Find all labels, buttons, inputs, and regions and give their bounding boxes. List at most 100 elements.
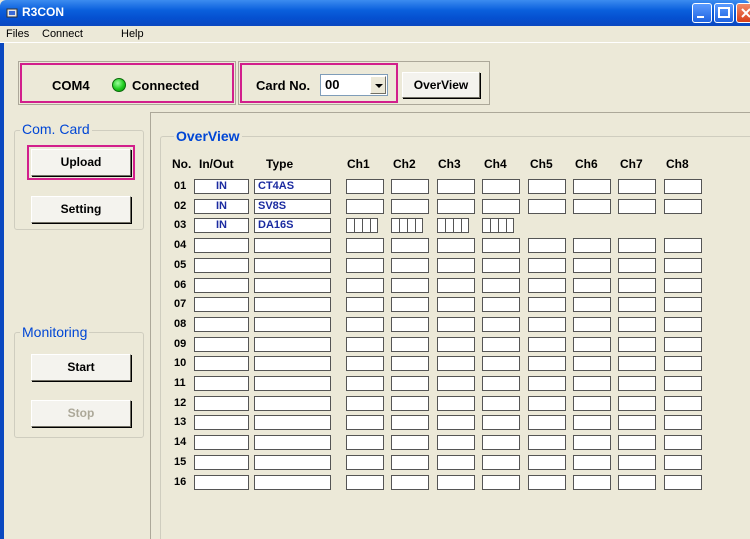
channel-field-ch4[interactable] (482, 199, 520, 214)
channel-field-ch5[interactable] (528, 199, 566, 214)
channel-field-ch2[interactable] (391, 475, 429, 490)
channel-field-ch7[interactable] (618, 415, 656, 430)
channel-field-ch8[interactable] (664, 337, 702, 352)
channel-field-ch5[interactable] (528, 317, 566, 332)
inout-field[interactable] (194, 376, 249, 391)
channel-field-ch8[interactable] (664, 258, 702, 273)
channel-field-ch5[interactable] (528, 475, 566, 490)
inout-field[interactable]: IN (194, 218, 249, 233)
channel-field-ch7[interactable] (618, 278, 656, 293)
channel-field-ch5[interactable] (528, 415, 566, 430)
type-field[interactable] (254, 317, 331, 332)
channel-field-ch6[interactable] (573, 475, 611, 490)
channel-field-ch7[interactable] (618, 337, 656, 352)
channel-field-ch1[interactable] (346, 179, 384, 194)
channel-field-ch4[interactable] (482, 297, 520, 312)
type-field[interactable] (254, 337, 331, 352)
channel-field-ch7[interactable] (618, 297, 656, 312)
channel-field-ch1[interactable] (346, 475, 384, 490)
channel-field-ch7[interactable] (618, 199, 656, 214)
channel-field-ch1[interactable] (346, 258, 384, 273)
minimize-button[interactable] (692, 3, 712, 23)
channel-field-ch3[interactable] (437, 179, 475, 194)
channel-field-ch4[interactable] (482, 278, 520, 293)
inout-field[interactable]: IN (194, 199, 249, 214)
channel-field-ch8[interactable] (664, 435, 702, 450)
channel-field-ch5[interactable] (528, 435, 566, 450)
channel-field-ch4[interactable] (482, 475, 520, 490)
channel-field-ch6[interactable] (573, 179, 611, 194)
inout-field[interactable] (194, 297, 249, 312)
type-field[interactable] (254, 297, 331, 312)
channel-field-ch6[interactable] (573, 317, 611, 332)
type-field[interactable] (254, 455, 331, 470)
channel-field-ch6[interactable] (573, 238, 611, 253)
channel-field-ch2[interactable] (391, 396, 429, 411)
channel-field-ch7[interactable] (618, 317, 656, 332)
channel-field-ch3[interactable] (437, 238, 475, 253)
channel-field-ch8[interactable] (664, 238, 702, 253)
channel-field-ch3[interactable] (437, 455, 475, 470)
inout-field[interactable] (194, 415, 249, 430)
inout-field[interactable] (194, 278, 249, 293)
type-field[interactable] (254, 435, 331, 450)
channel-field-ch2[interactable] (391, 297, 429, 312)
type-field[interactable]: DA16S (254, 218, 331, 233)
type-field[interactable]: CT4AS (254, 179, 331, 194)
channel-field-ch7[interactable] (618, 455, 656, 470)
channel-field-ch8[interactable] (664, 317, 702, 332)
channel-field-ch1[interactable] (346, 415, 384, 430)
channel-field-ch8[interactable] (664, 356, 702, 371)
channel-field-ch6[interactable] (573, 396, 611, 411)
channel-field-ch8[interactable] (664, 278, 702, 293)
channel-field-ch3[interactable] (437, 199, 475, 214)
channel-field-ch5[interactable] (528, 238, 566, 253)
channel-field-ch8[interactable] (664, 199, 702, 214)
channel-field-ch2[interactable] (391, 258, 429, 273)
channel-field-ch2[interactable] (391, 238, 429, 253)
channel-field-ch8[interactable] (664, 475, 702, 490)
channel-field-ch2[interactable] (391, 317, 429, 332)
channel-field-ch5[interactable] (528, 396, 566, 411)
channel-field-ch8[interactable] (664, 179, 702, 194)
channel-field-ch6[interactable] (573, 297, 611, 312)
type-field[interactable] (254, 396, 331, 411)
channel-field-ch1[interactable] (346, 238, 384, 253)
channel-field-ch2[interactable] (391, 415, 429, 430)
channel-field-ch4[interactable] (482, 396, 520, 411)
channel-field-ch4[interactable] (482, 415, 520, 430)
channel-field-ch4[interactable] (482, 317, 520, 332)
channel-field-ch6[interactable] (573, 415, 611, 430)
channel-field-ch4[interactable] (482, 238, 520, 253)
channel-field-ch6[interactable] (573, 356, 611, 371)
channel-field-ch2[interactable] (391, 455, 429, 470)
channel-field-ch6[interactable] (573, 337, 611, 352)
channel-field-ch6[interactable] (573, 258, 611, 273)
channel-field-ch7[interactable] (618, 179, 656, 194)
channel-field-ch4[interactable] (482, 356, 520, 371)
channel-field-ch7[interactable] (618, 396, 656, 411)
channel-field-ch2[interactable] (391, 356, 429, 371)
inout-field[interactable] (194, 396, 249, 411)
type-field[interactable] (254, 258, 331, 273)
channel-field-ch1[interactable] (346, 337, 384, 352)
close-button[interactable] (736, 3, 750, 23)
channel-field-ch3[interactable] (437, 337, 475, 352)
type-field[interactable] (254, 356, 331, 371)
channel-field-ch4[interactable] (482, 435, 520, 450)
inout-field[interactable] (194, 455, 249, 470)
channel-field-ch1[interactable] (346, 396, 384, 411)
channel-field-ch5[interactable] (528, 455, 566, 470)
channel-field-ch3[interactable] (437, 376, 475, 391)
channel-field-ch4[interactable] (482, 258, 520, 273)
inout-field[interactable] (194, 238, 249, 253)
type-field[interactable]: SV8S (254, 199, 331, 214)
channel-field-ch8[interactable] (664, 396, 702, 411)
channel-field-ch3[interactable] (437, 297, 475, 312)
channel-field-ch4[interactable] (482, 455, 520, 470)
menu-files[interactable]: Files (6, 28, 29, 40)
menu-help[interactable]: Help (121, 28, 144, 40)
channel-field-ch7[interactable] (618, 258, 656, 273)
channel-field-ch7[interactable] (618, 475, 656, 490)
channel-field-ch1[interactable] (346, 297, 384, 312)
